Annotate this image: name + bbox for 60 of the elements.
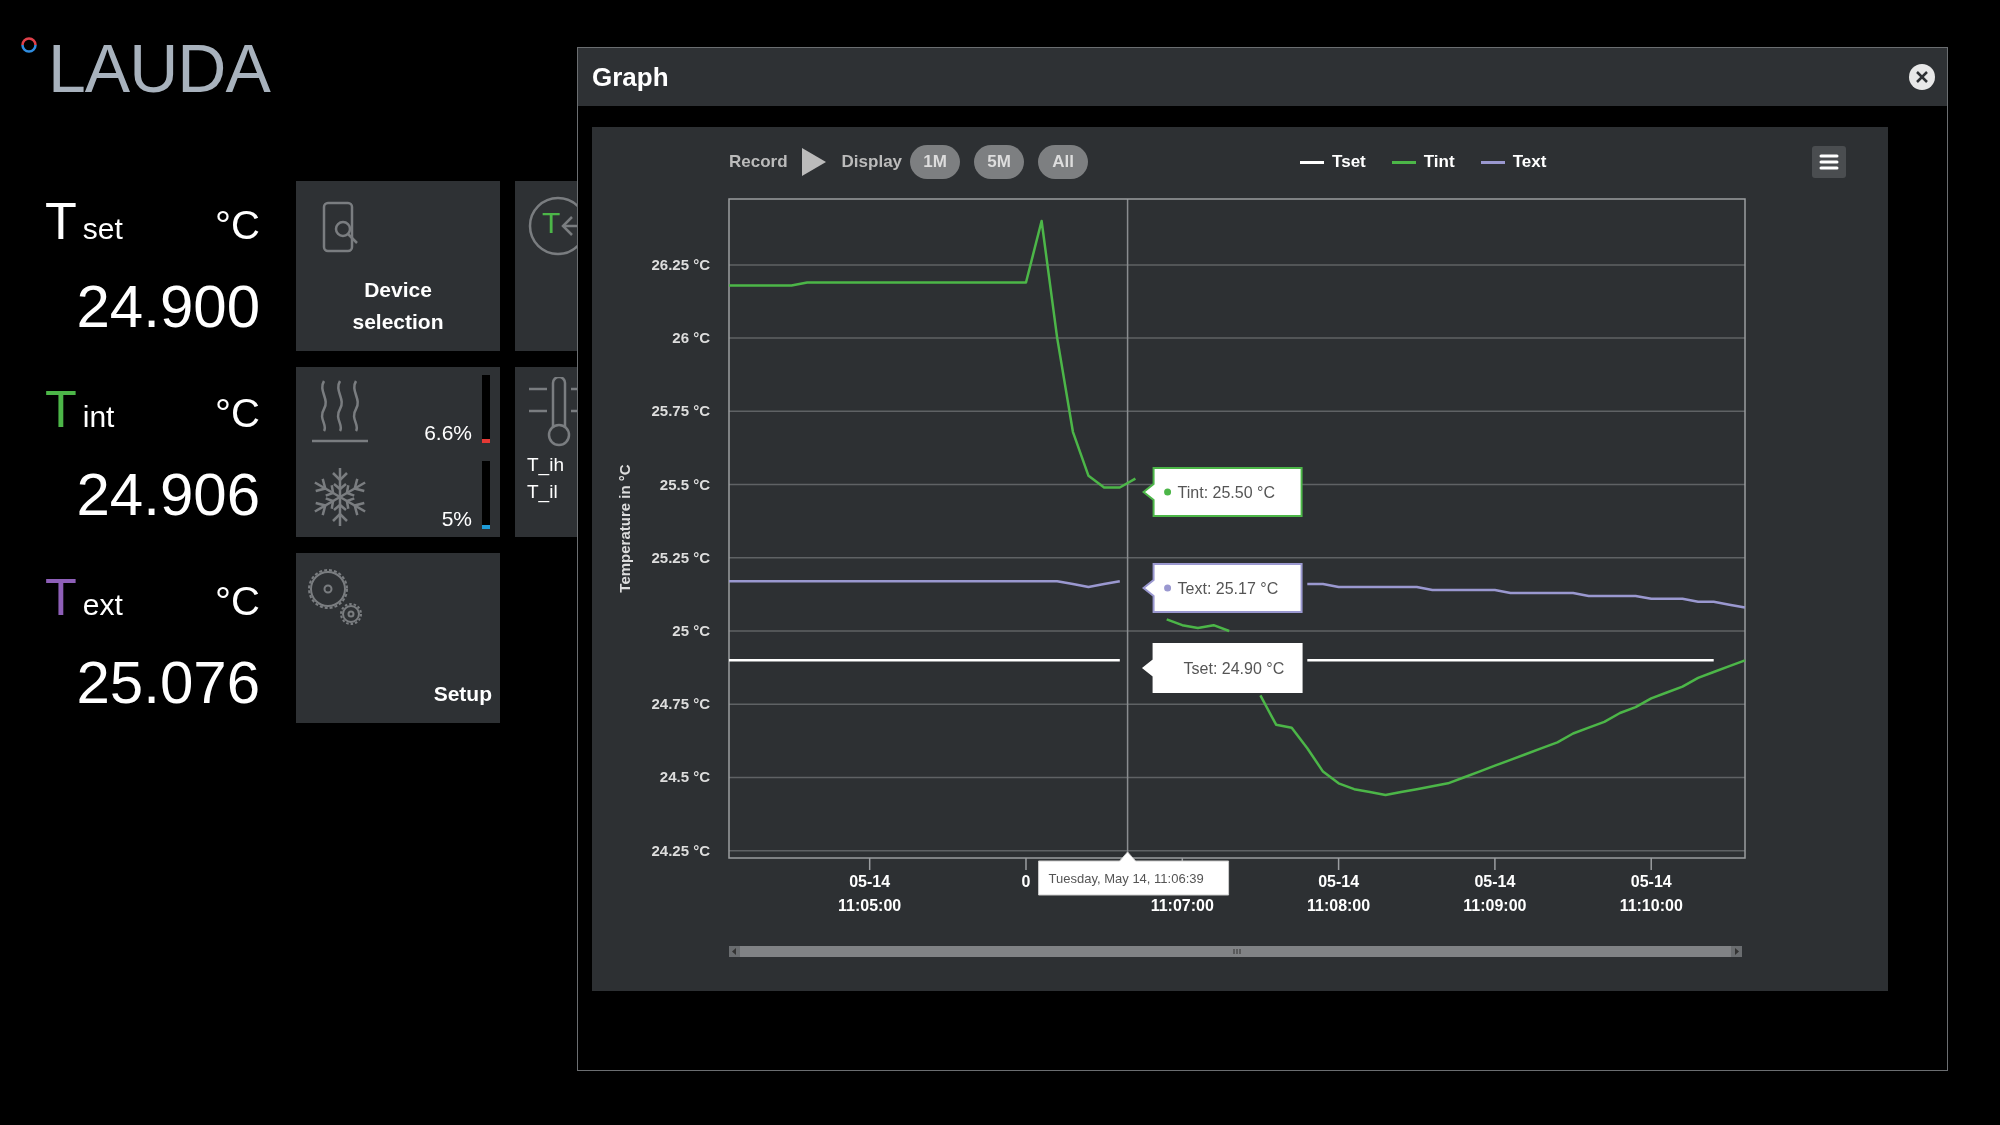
date-tooltip-text: Tuesday, May 14, 11:06:39	[1048, 871, 1204, 886]
temperature-symbol: T	[45, 195, 77, 247]
y-tick-label: 24.5 °C	[659, 768, 710, 786]
x-tick-label: 05-14 11:08:00	[1307, 873, 1371, 914]
circle-arrow-icon	[527, 195, 577, 257]
temperature-symbol: T	[45, 571, 77, 623]
power-reading: 6.6%	[424, 422, 472, 443]
close-icon	[1916, 71, 1928, 83]
legend-label: Tint	[1423, 151, 1455, 174]
unit-label: °C	[215, 393, 260, 433]
y-axis-title: Temperature in °C	[616, 464, 633, 593]
temperature-subscript: int	[82, 402, 115, 432]
legend-label: Text	[1512, 151, 1547, 174]
x-tick-label: 11:07:00	[1150, 897, 1214, 914]
x-tick-label: 05-14 11:10:00	[1619, 873, 1683, 914]
y-tick-label: 26 °C	[672, 329, 710, 347]
unit-label: °C	[215, 205, 260, 245]
scrollbar[interactable]	[729, 946, 1742, 957]
power-tile[interactable]: 6.6% 5%	[296, 367, 500, 537]
y-tick-label: 24.75 °C	[651, 695, 710, 713]
limit-label: T_ih	[527, 455, 564, 474]
menu-icon	[1819, 154, 1839, 170]
device-selection-tile[interactable]: Device selection	[296, 181, 500, 351]
brand-logo: LAUDA	[48, 34, 270, 102]
legend-label: Tset	[1332, 151, 1366, 174]
temperature-value: 25.076	[76, 653, 260, 713]
unit-label: °C	[215, 581, 260, 621]
tooltip-text: Text: 25.17 °C	[1177, 580, 1279, 597]
setup-tile[interactable]: Setup	[296, 553, 500, 723]
close-button[interactable]	[1909, 64, 1935, 90]
record-label: Record	[729, 151, 788, 174]
display-label: Display	[841, 151, 903, 174]
y-tick-label: 25 °C	[672, 622, 710, 639]
heat-waves-icon	[310, 379, 370, 443]
x-tick-label: 0	[1021, 873, 1031, 890]
x-tick-label: 05-14 11:09:00	[1463, 873, 1527, 914]
tooltip-text: Tset: 24.90 °C	[1183, 660, 1285, 677]
power-reading: 5%	[441, 508, 472, 529]
play-button[interactable]	[801, 148, 826, 176]
temperature-symbol: T	[45, 383, 77, 435]
thermometer-icon	[527, 377, 577, 447]
tooltip-text: Tint: 25.50 °C	[1177, 484, 1275, 501]
y-tick-label: 26.25 °C	[651, 255, 710, 273]
logo-ring-icon	[20, 36, 38, 54]
y-tick-label: 24.25 °C	[651, 841, 710, 859]
temperature-value: 24.900	[76, 277, 260, 337]
y-tick-label: 25.75 °C	[651, 402, 710, 420]
mode-tile[interactable]: T	[515, 181, 577, 351]
temperature-value: 24.906	[76, 465, 260, 525]
mode-symbol: T	[542, 208, 561, 238]
temperature-subscript: ext	[82, 590, 123, 620]
window-title: Graph	[592, 60, 669, 94]
limit-label: T_il	[527, 482, 558, 501]
y-tick-label: 25.25 °C	[651, 548, 710, 566]
temperature-subscript: set	[82, 214, 123, 244]
menu-button[interactable]	[1812, 146, 1846, 178]
play-icon	[801, 148, 826, 176]
limits-tile[interactable]: T_ih T_il	[515, 367, 577, 537]
x-tick-label: 05-14 11:05:00	[838, 873, 902, 914]
y-tick-label: 25.5 °C	[659, 475, 710, 493]
